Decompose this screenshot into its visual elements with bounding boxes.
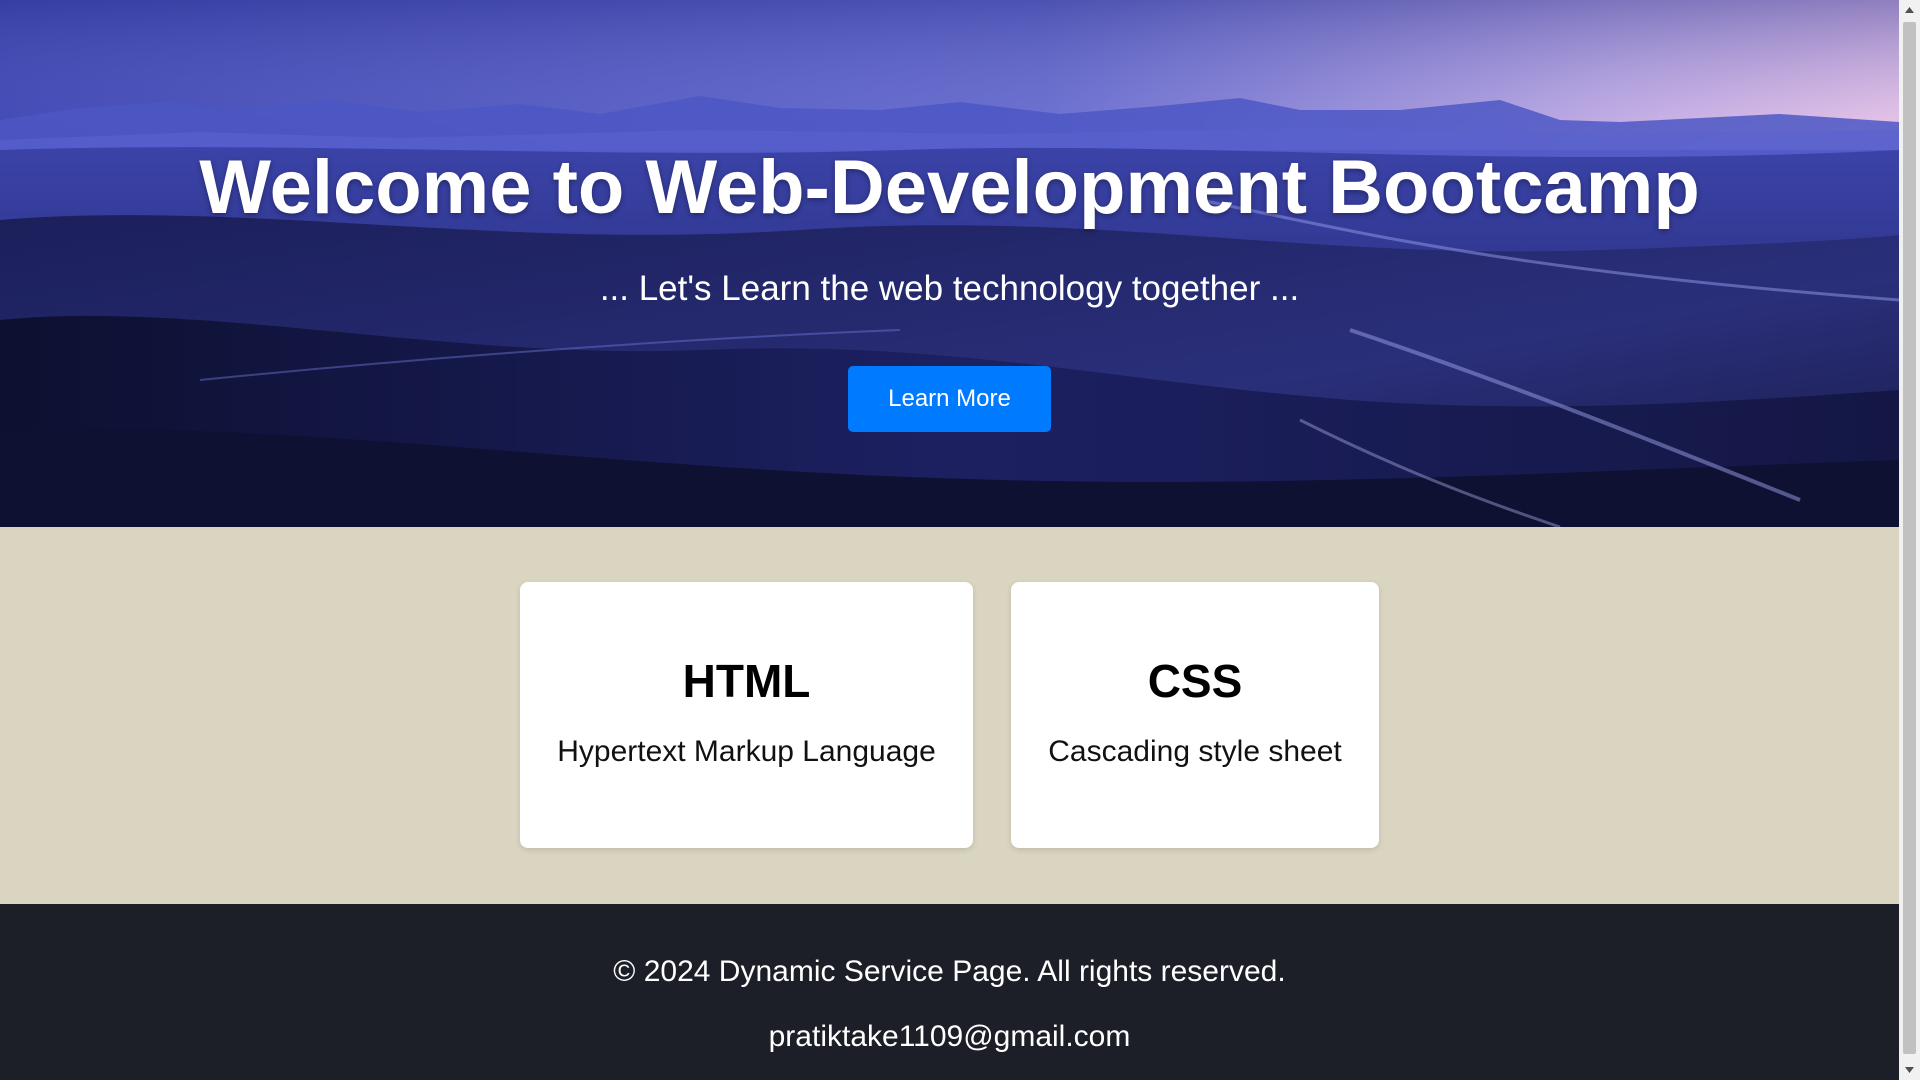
service-card-description: Hypertext Markup Language [557, 735, 936, 768]
service-card-title: CSS [1147, 655, 1243, 707]
triangle-down-icon[interactable] [1899, 1060, 1920, 1080]
triangle-up-icon[interactable] [1899, 0, 1920, 20]
services-section: HTML Hypertext Markup Language CSS Casca… [0, 527, 1899, 904]
scrollbar-thumb[interactable] [1903, 22, 1916, 1054]
hero-section: Welcome to Web-Development Bootcamp ... … [0, 0, 1899, 527]
hero-subtitle: ... Let's Learn the web technology toget… [599, 269, 1300, 308]
service-card-title: HTML [682, 655, 811, 707]
service-card-description: Cascading style sheet [1048, 735, 1342, 768]
footer-email: pratiktake1109@gmail.com [768, 1020, 1131, 1053]
service-card-css: CSS Cascading style sheet [1011, 582, 1379, 848]
footer: © 2024 Dynamic Service Page. All rights … [0, 904, 1899, 1080]
page-title: Welcome to Web-Development Bootcamp [199, 145, 1700, 230]
desert-dunes-background [0, 0, 1899, 527]
service-card-html: HTML Hypertext Markup Language [520, 582, 973, 848]
learn-more-button[interactable]: Learn More [848, 366, 1051, 432]
footer-copyright: © 2024 Dynamic Service Page. All rights … [613, 955, 1286, 988]
vertical-scrollbar[interactable] [1899, 0, 1920, 1080]
page: Welcome to Web-Development Bootcamp ... … [0, 0, 1899, 1080]
